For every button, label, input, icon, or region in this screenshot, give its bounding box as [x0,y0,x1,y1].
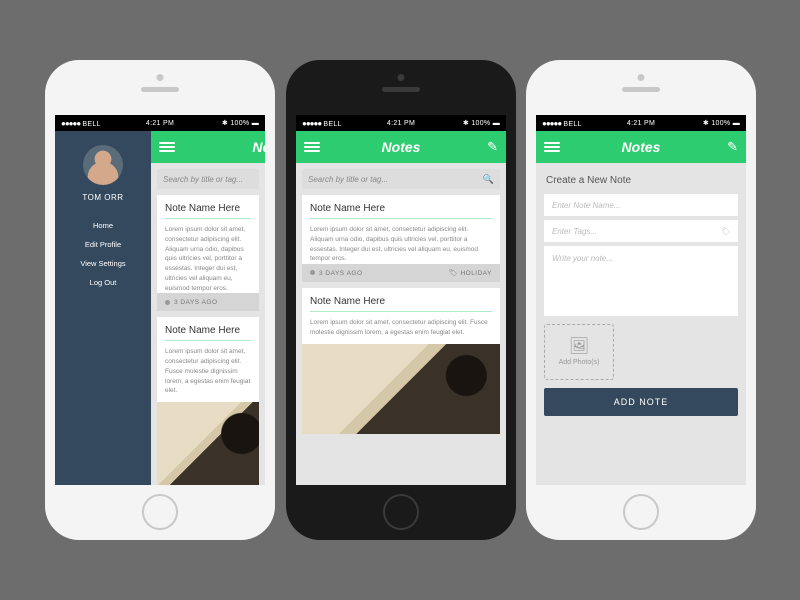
note-card[interactable]: Note Name Here Lorem ipsum dolor sit ame… [157,195,259,293]
status-bar: ●●●●● BELL 4:21 PM ✱ 100% ▬ [296,115,506,131]
divider [310,311,492,312]
compose-icon[interactable]: ✎ [727,139,738,155]
divider [165,218,251,219]
search-placeholder: Search by title or tag... [308,175,388,184]
note-tag[interactable]: 🏷 HOLIDAY [449,269,492,277]
note-time: 3 DAYS AGO [310,270,363,277]
compose-icon[interactable]: ✎ [487,139,498,155]
screen-create: ●●●●● BELL 4:21 PM ✱ 100% ▬ Notes ✎ Crea… [536,115,746,485]
add-note-label: ADD NOTE [614,397,669,407]
app-title: No [252,139,265,155]
note-name-placeholder: Enter Note Name... [552,201,620,210]
status-battery: ✱ 100% ▬ [222,119,259,127]
note-name-input[interactable]: Enter Note Name... [544,194,738,216]
note-body-input[interactable]: Write your note... [544,246,738,316]
note-time: 3 DAYS AGO [165,299,218,306]
username-label: TOM ORR [82,193,123,202]
signal-carrier: ●●●●● BELL [542,119,582,128]
tags-input[interactable]: Enter Tags... 🏷 [544,220,738,242]
sidebar-item-edit-profile[interactable]: Edit Profile [80,235,125,254]
note-title: Note Name Here [310,203,492,214]
phone-sensor [398,74,405,81]
app-title: Notes [382,139,421,155]
note-card[interactable]: Note Name Here Lorem ipsum dolor sit ame… [302,195,500,264]
search-input[interactable]: Search by title or tag... [157,169,259,189]
sidebar-item-log-out[interactable]: Log Out [80,273,125,292]
screen-sidebar: ●●●●● BELL 4:21 PM ✱ 100% ▬ TOM ORR Home… [55,115,265,485]
signal-carrier: ●●●●● BELL [61,119,101,128]
note-body: Lorem ipsum dolor sit amet, consectetur … [165,347,251,396]
signal-carrier: ●●●●● BELL [302,119,342,128]
note-photo [157,402,259,485]
note-photo [302,344,500,434]
app-bar: Notes ✎ [536,131,746,163]
note-meta: 3 DAYS AGO 🏷 HOLIDAY [302,264,500,282]
note-title: Note Name Here [310,296,492,307]
status-bar: ●●●●● BELL 4:21 PM ✱ 100% ▬ [536,115,746,131]
note-body: Lorem ipsum dolor sit amet, consectetur … [310,318,492,338]
status-battery: ✱ 100% ▬ [463,119,500,127]
status-time: 4:21 PM [387,120,415,127]
form-heading: Create a New Note [546,175,738,186]
nav-drawer: TOM ORR Home Edit Profile View Settings … [55,131,151,485]
hamburger-icon[interactable] [544,142,560,152]
divider [165,340,251,341]
note-body: Lorem ipsum dolor sit amet, consectetur … [310,225,492,264]
phone-earpiece [622,87,660,92]
add-note-button[interactable]: ADD NOTE [544,388,738,416]
content-shifted: No Search by title or tag... Note Name H… [151,131,265,485]
device-mockup-create: ●●●●● BELL 4:21 PM ✱ 100% ▬ Notes ✎ Crea… [526,60,756,540]
tags-placeholder: Enter Tags... [552,227,597,236]
note-meta: 3 DAYS AGO [157,293,259,311]
sidebar-item-home[interactable]: Home [80,216,125,235]
home-button[interactable] [383,494,419,530]
search-input[interactable]: Search by title or tag... 🔍 [302,169,500,189]
note-title: Note Name Here [165,325,251,336]
photo-icon: 🖼 [569,339,589,355]
note-card[interactable]: Note Name Here Lorem ipsum dolor sit ame… [157,317,259,402]
app-title: Notes [622,139,661,155]
avatar[interactable] [83,145,123,185]
hamburger-icon[interactable] [304,142,320,152]
sidebar-item-view-settings[interactable]: View Settings [80,254,125,273]
note-body: Lorem ipsum dolor sit amet, consectetur … [165,225,251,293]
status-time: 4:21 PM [627,120,655,127]
search-icon: 🔍 [483,174,494,185]
app-bar: Notes ✎ [296,131,506,163]
note-title: Note Name Here [165,203,251,214]
device-mockup-sidebar: ●●●●● BELL 4:21 PM ✱ 100% ▬ TOM ORR Home… [45,60,275,540]
home-button[interactable] [623,494,659,530]
hamburger-icon[interactable] [159,142,175,152]
phone-sensor [638,74,645,81]
tag-icon: 🏷 [720,227,730,236]
divider [310,218,492,219]
screen-list: ●●●●● BELL 4:21 PM ✱ 100% ▬ Notes ✎ Sear… [296,115,506,485]
phone-earpiece [382,87,420,92]
search-placeholder: Search by title or tag... [163,175,243,184]
phone-sensor [157,74,164,81]
app-bar: No [151,131,265,163]
create-note-form: Create a New Note Enter Note Name... Ent… [536,163,746,424]
note-body-placeholder: Write your note... [552,254,613,263]
note-card[interactable]: Note Name Here Lorem ipsum dolor sit ame… [302,288,500,344]
device-mockup-list: ●●●●● BELL 4:21 PM ✱ 100% ▬ Notes ✎ Sear… [286,60,516,540]
phone-earpiece [141,87,179,92]
status-time: 4:21 PM [146,120,174,127]
status-battery: ✱ 100% ▬ [703,119,740,127]
add-photo-label: Add Photo(s) [559,359,600,366]
add-photo-button[interactable]: 🖼 Add Photo(s) [544,324,614,380]
status-bar: ●●●●● BELL 4:21 PM ✱ 100% ▬ [55,115,265,131]
tag-icon: 🏷 [449,270,458,277]
home-button[interactable] [142,494,178,530]
